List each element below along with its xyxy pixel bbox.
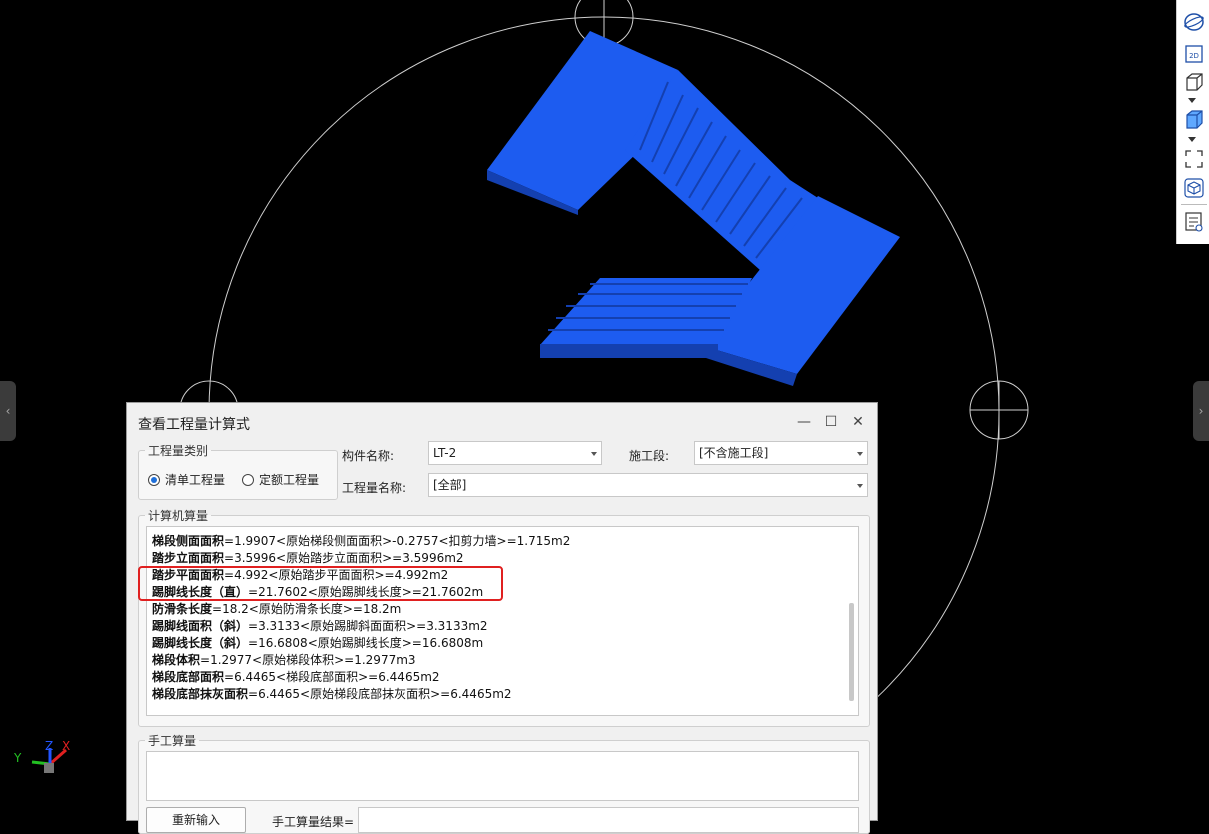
caret-down-icon xyxy=(591,452,597,456)
svg-text:2D: 2D xyxy=(1189,52,1199,60)
quantity-type-legend: 工程量类别 xyxy=(148,444,209,458)
caret-down-icon[interactable] xyxy=(1188,137,1196,142)
radio-list-quantity[interactable]: 清单工程量 xyxy=(148,471,225,488)
axis-gizmo: X Y Z xyxy=(13,739,70,773)
component-name-select[interactable]: LT-2 xyxy=(428,441,602,465)
quantity-name-label: 工程量名称: xyxy=(342,481,407,495)
chevron-right-icon: › xyxy=(1198,404,1204,418)
radio-list-quantity-indicator[interactable] xyxy=(148,473,160,486)
axis-x-label: X xyxy=(62,739,70,753)
radio-list-quantity-label: 清单工程量 xyxy=(165,473,226,487)
computer-calc-legend: 计算机算量 xyxy=(148,509,209,523)
quantity-name-value: [全部] xyxy=(433,478,467,492)
radio-quota-quantity-label: 定额工程量 xyxy=(259,473,320,487)
calc-line[interactable]: 踢脚线长度（直）=21.7602<原始踢脚线长度>=21.7602m xyxy=(152,583,483,600)
radio-quota-quantity-indicator[interactable] xyxy=(242,473,254,486)
2d-view-icon[interactable]: 2D xyxy=(1182,42,1206,66)
quantity-name-select[interactable]: [全部] xyxy=(428,473,868,497)
cube-solid-icon[interactable] xyxy=(1182,108,1206,132)
quantity-formula-dialog: 查看工程量计算式 — ☐ ✕ 工程量类别 清单工程量 定额工程量 构件名称: L… xyxy=(126,402,878,834)
dialog-title: 查看工程量计算式 xyxy=(138,417,250,433)
calc-line[interactable]: 梯段侧面面积=1.9907<原始梯段侧面面积>-0.2757<扣剪力墙>=1.7… xyxy=(152,532,570,549)
construction-section-value: [不含施工段] xyxy=(699,446,769,460)
minimize-icon[interactable]: — xyxy=(793,411,815,433)
radio-quota-quantity[interactable]: 定额工程量 xyxy=(242,471,319,488)
calc-line[interactable]: 踏步立面面积=3.5996<原始踏步立面面积>=3.5996m2 xyxy=(152,549,464,566)
right-panel-toggle[interactable]: › xyxy=(1193,381,1209,441)
close-icon[interactable]: ✕ xyxy=(847,411,869,433)
chevron-left-icon: ‹ xyxy=(5,404,11,418)
axis-z-label: Z xyxy=(45,739,53,753)
calc-formula-list[interactable]: 梯段侧面面积=1.9907<原始梯段侧面面积>-0.2757<扣剪力墙>=1.7… xyxy=(146,526,859,716)
reenter-button[interactable]: 重新输入 xyxy=(146,807,246,833)
component-name-value: LT-2 xyxy=(433,446,457,460)
calc-line[interactable]: 踢脚线长度（斜）=16.6808<原始踢脚线长度>=16.6808m xyxy=(152,634,483,651)
maximize-icon[interactable]: ☐ xyxy=(820,411,842,433)
calc-line[interactable]: 梯段体积=1.2977<原始梯段体积>=1.2977m3 xyxy=(152,651,416,668)
toolbar-divider xyxy=(1181,204,1207,205)
calc-line[interactable]: 梯段底部抹灰面积=6.4465<原始梯段底部抹灰面积>=6.4465m2 xyxy=(152,685,512,702)
manual-calc-legend: 手工算量 xyxy=(148,734,197,748)
calc-line[interactable]: 梯段底部面积=6.4465<梯段底部面积>=6.4465m2 xyxy=(152,668,440,685)
manual-calc-input[interactable] xyxy=(146,751,859,801)
calc-line[interactable]: 踏步平面面积=4.992<原始踏步平面面积>=4.992m2 xyxy=(152,566,448,583)
caret-down-icon[interactable] xyxy=(1188,98,1196,103)
property-list-icon[interactable] xyxy=(1182,210,1206,234)
quantity-type-group: 工程量类别 清单工程量 定额工程量 xyxy=(138,442,338,500)
construction-section-select[interactable]: [不含施工段] xyxy=(694,441,868,465)
caret-down-icon xyxy=(857,484,863,488)
left-panel-toggle[interactable]: ‹ xyxy=(0,381,16,441)
calc-line[interactable]: 防滑条长度=18.2<原始防滑条长度>=18.2m xyxy=(152,600,401,617)
manual-result-label: 手工算量结果= xyxy=(272,815,355,829)
manual-calc-group: 手工算量 重新输入 手工算量结果= xyxy=(138,732,870,834)
calc-line[interactable]: 踢脚线面积（斜）=3.3133<原始踢脚斜面面积>=3.3133m2 xyxy=(152,617,488,634)
view-toolbar: 2D xyxy=(1176,0,1209,244)
caret-down-icon xyxy=(857,452,863,456)
manual-result-field[interactable] xyxy=(358,807,859,833)
calc-list-scrollbar[interactable] xyxy=(849,603,854,701)
orbit-icon[interactable] xyxy=(1182,10,1206,34)
stair-model[interactable] xyxy=(487,31,900,386)
cube-wire-icon[interactable] xyxy=(1182,70,1206,94)
axis-y-label: Y xyxy=(13,751,22,765)
component-name-label: 构件名称: xyxy=(342,449,395,463)
cube-select-icon[interactable] xyxy=(1182,176,1206,200)
construction-section-label: 施工段: xyxy=(629,449,670,463)
fit-view-icon[interactable] xyxy=(1182,147,1206,171)
computer-calc-group: 计算机算量 梯段侧面面积=1.9907<原始梯段侧面面积>-0.2757<扣剪力… xyxy=(138,507,870,727)
